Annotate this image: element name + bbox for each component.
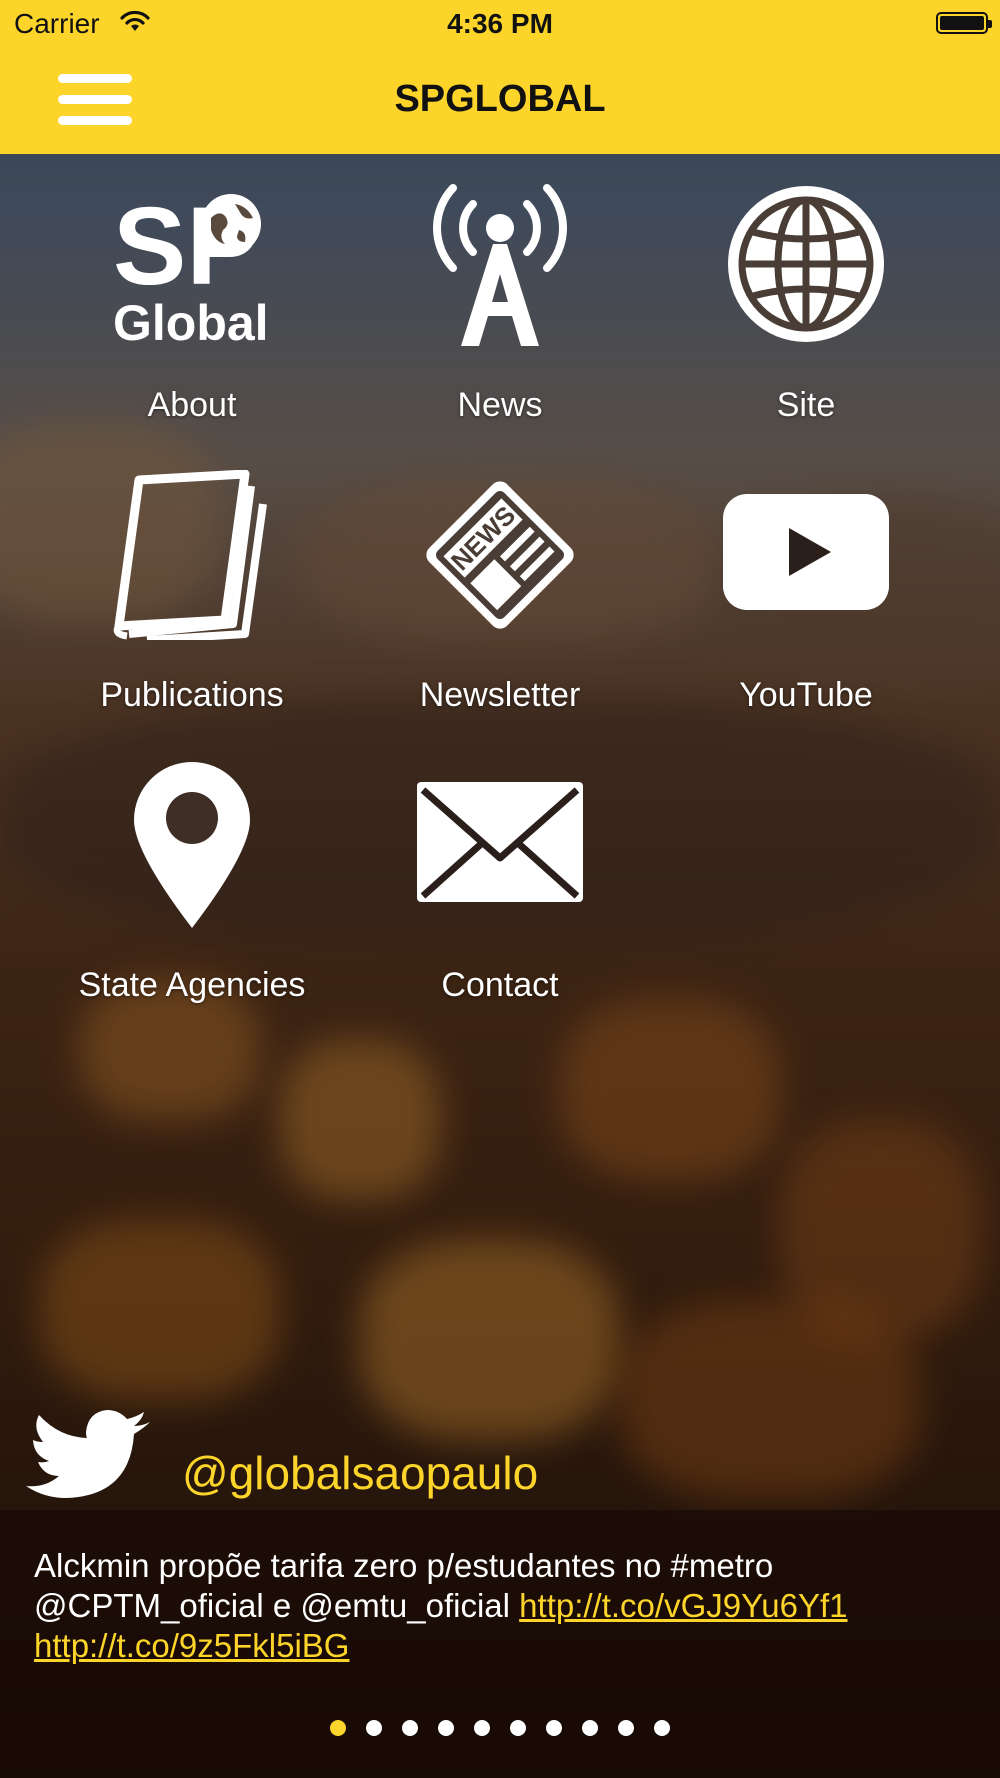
page-indicator bbox=[0, 1720, 1000, 1741]
tile-youtube[interactable]: YouTube bbox=[656, 470, 956, 730]
tile-label: Publications bbox=[100, 676, 284, 714]
page-dot[interactable] bbox=[366, 1720, 382, 1736]
app-screen: Carrier 4:36 PM SPGLOBAL SP Global About bbox=[0, 0, 1000, 1778]
tile-publications[interactable]: Publications bbox=[42, 470, 342, 730]
page-dot[interactable] bbox=[474, 1720, 490, 1736]
tile-label: News bbox=[457, 386, 543, 424]
clock-label: 4:36 PM bbox=[447, 8, 553, 39]
globe-icon bbox=[728, 186, 884, 342]
battery-icon bbox=[936, 12, 992, 34]
tile-contact[interactable]: Contact bbox=[350, 760, 650, 1020]
status-bar: Carrier 4:36 PM bbox=[0, 0, 1000, 50]
tile-state-agencies[interactable]: State Agencies bbox=[42, 760, 342, 1020]
page-dot[interactable] bbox=[438, 1720, 454, 1736]
page-title: SPGLOBAL bbox=[394, 78, 606, 120]
page-dot[interactable] bbox=[582, 1720, 598, 1736]
tile-label: About bbox=[147, 386, 237, 424]
logo-global-text: Global bbox=[113, 295, 269, 350]
tweet-link[interactable]: http://t.co/vGJ9Yu6Yf1 bbox=[519, 1587, 847, 1624]
page-dot[interactable] bbox=[546, 1720, 562, 1736]
tile-label: YouTube bbox=[739, 676, 873, 714]
tile-label: Newsletter bbox=[419, 676, 581, 714]
page-dot[interactable] bbox=[510, 1720, 526, 1736]
page-dot[interactable] bbox=[654, 1720, 670, 1736]
tweet-carousel[interactable]: Alckmin propõe tarifa zero p/estudantes … bbox=[0, 1510, 1000, 1778]
tile-label: Site bbox=[776, 386, 836, 424]
tile-newsletter[interactable]: NEWS Newsletter bbox=[350, 470, 650, 730]
page-dot[interactable] bbox=[330, 1720, 346, 1736]
tile-news[interactable]: News bbox=[350, 180, 650, 440]
tile-site[interactable]: Site bbox=[656, 180, 956, 440]
radio-tower-icon bbox=[433, 184, 567, 346]
envelope-icon bbox=[417, 782, 583, 902]
sp-global-logo-icon: SP Global bbox=[113, 185, 269, 350]
page-dot[interactable] bbox=[402, 1720, 418, 1736]
tile-about[interactable]: SP Global About bbox=[42, 180, 342, 440]
tweet-link[interactable]: http://t.co/9z5Fkl5iBG bbox=[34, 1627, 349, 1664]
youtube-play-icon bbox=[723, 494, 889, 610]
twitter-handle-link[interactable]: @globalsaopaulo bbox=[182, 1446, 538, 1500]
map-pin-icon bbox=[134, 762, 250, 928]
tile-label: State Agencies bbox=[78, 966, 306, 1004]
newspaper-icon: NEWS bbox=[426, 481, 574, 629]
magazines-icon bbox=[113, 470, 267, 640]
tile-label: Contact bbox=[441, 966, 559, 1004]
twitter-bird-icon bbox=[26, 1410, 150, 1498]
page-dot[interactable] bbox=[618, 1720, 634, 1736]
navigation-bar: Carrier 4:36 PM SPGLOBAL bbox=[0, 0, 1000, 154]
tweet-body: Alckmin propõe tarifa zero p/estudantes … bbox=[34, 1546, 974, 1666]
